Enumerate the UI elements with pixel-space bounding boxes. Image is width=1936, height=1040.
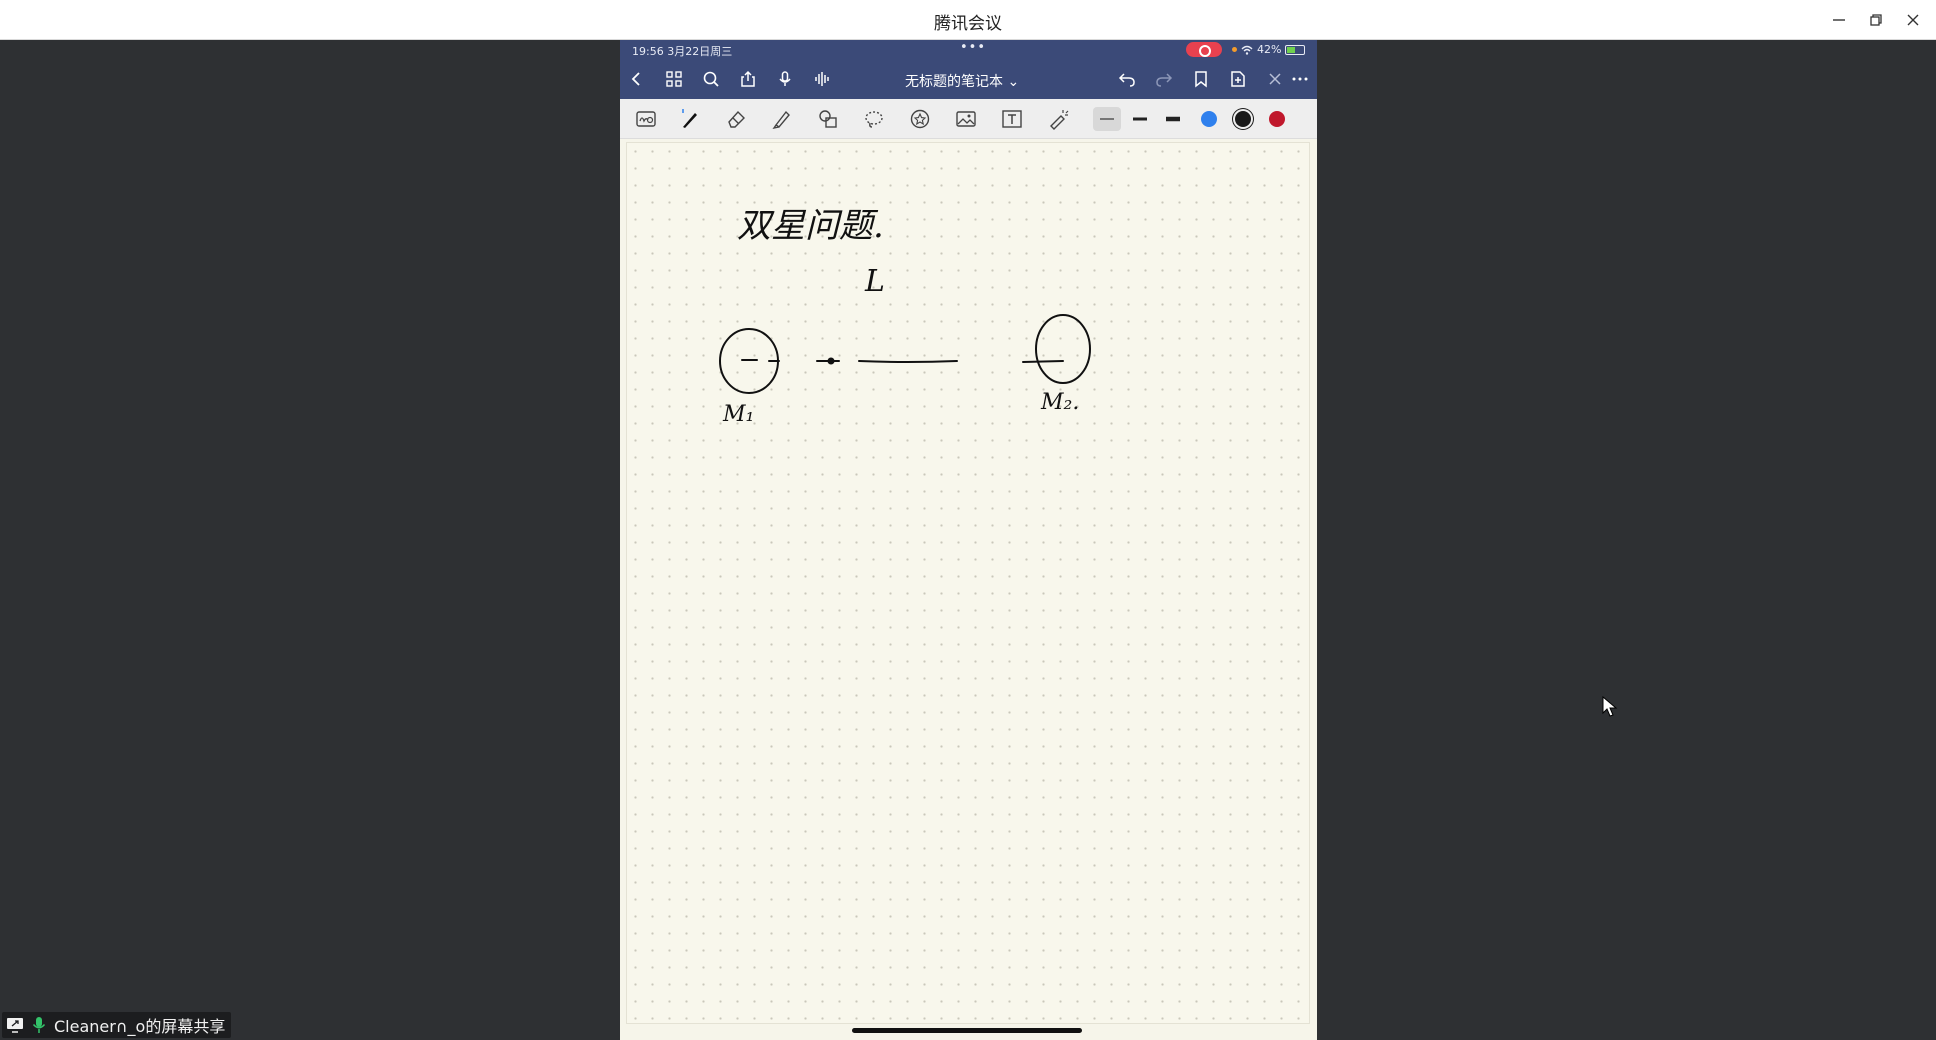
text-tool[interactable]	[998, 107, 1026, 131]
mouse-cursor-icon	[1602, 696, 1618, 717]
laser-pointer-icon	[1050, 110, 1069, 130]
bookmark-icon	[1195, 71, 1207, 88]
drawing-toolbar	[620, 99, 1317, 139]
screen-record-indicator	[1186, 42, 1222, 57]
handwriting-canvas: 双星问题. L M₁ M₂.	[719, 206, 1091, 427]
laser-pointer-tool[interactable]	[1044, 107, 1072, 131]
window-title: 腾讯会议	[934, 14, 1002, 34]
microphone-active-icon	[32, 1017, 46, 1033]
image-icon	[956, 111, 976, 127]
more-horizontal-icon	[1292, 77, 1308, 81]
battery-percent: 42%	[1257, 43, 1282, 56]
pen-icon	[682, 109, 697, 128]
ipad-status-bar: 19:56 3月22日周三 ••• 42%	[620, 40, 1317, 59]
system-indicators: 42%	[1232, 43, 1306, 56]
thick-line-icon	[1166, 116, 1180, 122]
close-icon	[1269, 73, 1281, 85]
medium-line-icon	[1133, 117, 1147, 121]
handwritten-title: 双星问题.	[737, 206, 884, 246]
notebook-nav-bar: 无标题的笔记本 ⌄	[620, 59, 1317, 99]
undo-button[interactable]	[1114, 67, 1140, 91]
battery-icon	[1285, 44, 1306, 55]
handwritten-mass-2-label: M₂.	[1040, 390, 1079, 415]
highlighter-tool[interactable]	[768, 107, 796, 131]
notebook-title[interactable]: 无标题的笔记本 ⌄	[905, 71, 1019, 91]
highlighter-icon	[772, 110, 790, 130]
audio-wave-button[interactable]	[809, 67, 835, 91]
eraser-icon	[728, 110, 745, 128]
shapes-tool[interactable]	[814, 107, 842, 131]
more-options-button[interactable]	[1287, 67, 1313, 91]
image-tool[interactable]	[952, 107, 980, 131]
wifi-icon	[1241, 45, 1253, 55]
stroke-thin-option[interactable]	[1093, 107, 1121, 131]
minimize-icon	[1833, 19, 1845, 21]
restore-icon	[1870, 14, 1882, 26]
lasso-icon	[865, 111, 883, 128]
lasso-tool[interactable]	[860, 107, 888, 131]
redo-icon	[1156, 73, 1173, 87]
chevron-left-icon	[631, 72, 640, 86]
grid-icon	[666, 71, 682, 87]
back-button[interactable]	[624, 67, 650, 91]
window-titlebar: 腾讯会议	[0, 0, 1936, 40]
close-icon	[1907, 14, 1919, 26]
add-page-icon	[1231, 71, 1245, 87]
handwriting-recognition-tool[interactable]	[632, 107, 660, 131]
color-swatch-blue[interactable]	[1201, 111, 1217, 127]
search-button[interactable]	[698, 67, 724, 91]
bookmark-button[interactable]	[1188, 67, 1214, 91]
stroke-medium-option[interactable]	[1126, 107, 1154, 131]
star-2-center-mark	[1022, 360, 1064, 363]
pen-tool[interactable]	[676, 107, 704, 131]
undo-icon	[1118, 73, 1135, 87]
shapes-icon	[819, 110, 837, 128]
multitask-dots[interactable]: •••	[960, 40, 986, 55]
stroke-thick-option[interactable]	[1159, 107, 1187, 131]
waveform-icon	[815, 72, 829, 86]
star-2-circle	[1035, 314, 1091, 384]
handwriting-search-icon	[636, 111, 656, 127]
close-button[interactable]	[1896, 6, 1930, 34]
color-swatch-red[interactable]	[1269, 111, 1285, 127]
close-note-button[interactable]	[1262, 67, 1288, 91]
eraser-tool[interactable]	[722, 107, 750, 131]
star-sticker-icon	[910, 109, 930, 129]
status-time: 19:56 3月22日周三	[632, 45, 733, 58]
share-button[interactable]	[735, 67, 761, 91]
minimize-button[interactable]	[1822, 6, 1856, 34]
thin-line-icon	[1100, 118, 1114, 120]
redo-button[interactable]	[1151, 67, 1177, 91]
screen-share-label: Cleaner∩_o的屏幕共享	[2, 1012, 232, 1038]
sticker-tool[interactable]	[906, 107, 934, 131]
add-page-button[interactable]	[1225, 67, 1251, 91]
microphone-icon	[779, 71, 791, 86]
shared-screen: 19:56 3月22日周三 ••• 42% 无标题的笔记本 ⌄ 双星问题. L …	[620, 40, 1317, 1040]
note-page[interactable]: 双星问题. L M₁ M₂.	[626, 142, 1310, 1024]
text-box-icon	[1002, 110, 1022, 128]
home-indicator[interactable]	[852, 1028, 1082, 1033]
screen-share-icon	[7, 1018, 23, 1033]
color-swatch-black-selected[interactable]	[1235, 111, 1251, 127]
grid-view-button[interactable]	[661, 67, 687, 91]
handwritten-length-label: L	[864, 264, 885, 299]
screen-share-owner: Cleaner∩_o的屏幕共享	[54, 1017, 226, 1036]
center-of-mass-dot	[827, 357, 835, 365]
microphone-button[interactable]	[772, 67, 798, 91]
separation-line	[858, 360, 958, 363]
restore-button[interactable]	[1859, 6, 1893, 34]
mic-in-use-dot	[1232, 47, 1237, 52]
search-icon	[703, 71, 719, 87]
handwritten-mass-1-label: M₁	[722, 402, 754, 427]
share-icon	[741, 70, 755, 87]
